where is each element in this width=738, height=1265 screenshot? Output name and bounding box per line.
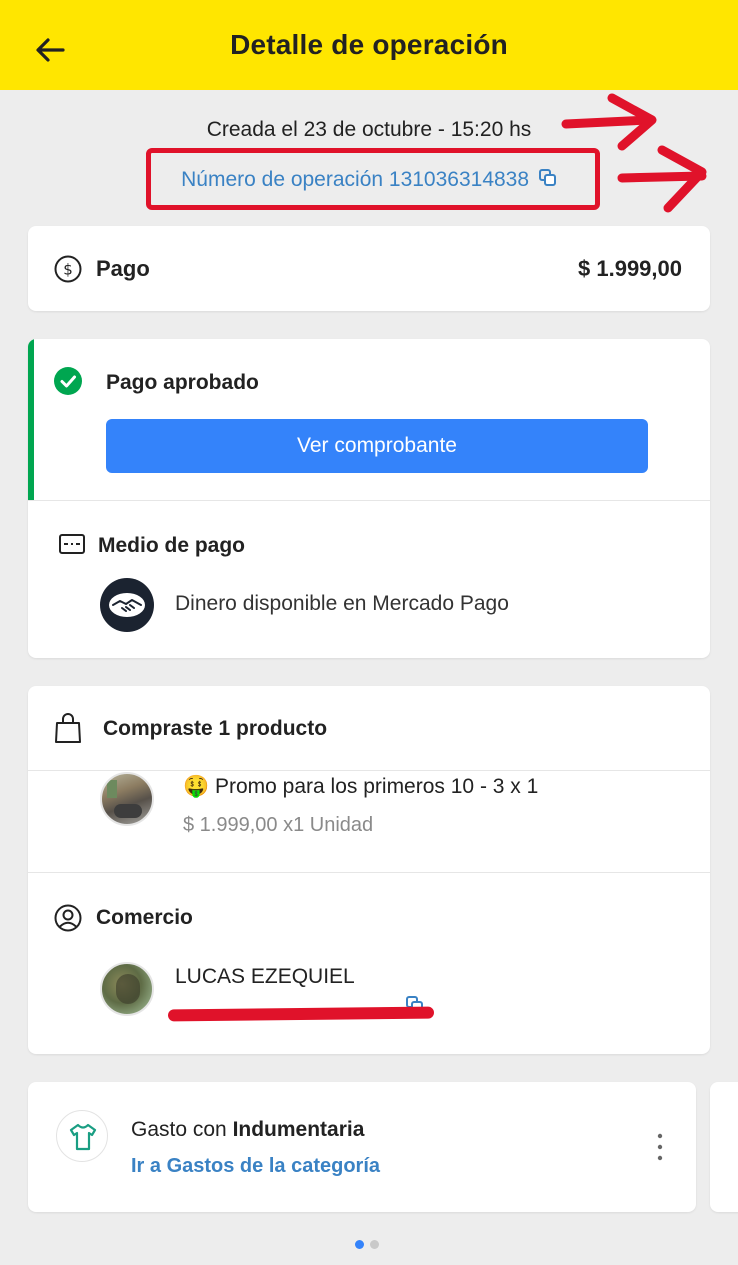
pagination-dot-active[interactable] bbox=[355, 1240, 364, 1249]
merchant-title: Comercio bbox=[96, 906, 193, 929]
top-app-bar: Detalle de operación bbox=[0, 0, 738, 90]
page-title: Detalle de operación bbox=[230, 29, 508, 60]
operation-number: Número de operación 131036314838 bbox=[181, 168, 530, 191]
check-circle-icon bbox=[54, 367, 82, 395]
pagination-dot[interactable] bbox=[370, 1240, 379, 1249]
card-icon bbox=[59, 534, 85, 554]
shopping-bag-icon bbox=[55, 713, 81, 743]
more-button[interactable] bbox=[654, 1132, 666, 1162]
category-text: Gasto con Indumentaria bbox=[131, 1118, 364, 1142]
status-card: Pago aprobado Ver comprobante Medio de p… bbox=[28, 339, 710, 658]
status-label: Pago aprobado bbox=[106, 371, 259, 394]
back-button[interactable] bbox=[30, 30, 70, 70]
category-prefix: Gasto con bbox=[131, 1118, 233, 1141]
status-accent-bar bbox=[28, 339, 34, 500]
copy-icon bbox=[538, 169, 556, 186]
arrow-left-icon bbox=[36, 38, 65, 62]
divider bbox=[28, 500, 710, 501]
purchase-title: Compraste 1 producto bbox=[103, 717, 328, 740]
carousel-pagination bbox=[355, 1240, 379, 1249]
product-name: Promo para los primeros 10 - 3 x 1 bbox=[215, 775, 539, 798]
category-name: Indumentaria bbox=[232, 1118, 365, 1141]
payment-method-value: Dinero disponible en Mercado Pago bbox=[175, 592, 509, 615]
product-thumbnail bbox=[100, 772, 154, 826]
purchase-card: Compraste 1 producto 🤑 Promo para los pr… bbox=[28, 686, 710, 1054]
category-card: Gasto con Indumentaria Ir a Gastos de la… bbox=[28, 1082, 696, 1212]
product-name-row: 🤑 Promo para los primeros 10 - 3 x 1 bbox=[183, 775, 538, 799]
divider bbox=[28, 770, 710, 771]
payment-card: $ Pago $ 1.999,00 bbox=[28, 226, 710, 311]
divider bbox=[28, 872, 710, 873]
user-circle-icon bbox=[54, 904, 82, 932]
product-emoji: 🤑 bbox=[183, 775, 210, 798]
category-icon-wrap bbox=[56, 1110, 108, 1162]
operation-number-copy[interactable]: Número de operación 131036314838 bbox=[0, 168, 738, 192]
payment-method-title: Medio de pago bbox=[98, 534, 245, 557]
more-vertical-icon bbox=[657, 1133, 663, 1161]
payment-label: Pago bbox=[96, 256, 150, 281]
next-card-peek[interactable] bbox=[710, 1082, 738, 1212]
payment-amount: $ 1.999,00 bbox=[578, 256, 682, 281]
svg-text:$: $ bbox=[63, 261, 73, 279]
handshake-logo bbox=[100, 578, 154, 632]
created-date: Creada el 23 de octubre - 15:20 hs bbox=[206, 118, 532, 141]
merchant-avatar bbox=[100, 962, 154, 1016]
view-receipt-button[interactable]: Ver comprobante bbox=[106, 419, 648, 473]
product-price: $ 1.999,00 x1 Unidad bbox=[183, 814, 374, 836]
dollar-circle-icon: $ bbox=[54, 255, 82, 283]
merchant-name: LUCAS EZEQUIEL bbox=[175, 965, 355, 988]
shirt-icon bbox=[69, 1123, 97, 1151]
category-link[interactable]: Ir a Gastos de la categoría bbox=[131, 1155, 380, 1178]
email-redaction bbox=[167, 1006, 435, 1022]
